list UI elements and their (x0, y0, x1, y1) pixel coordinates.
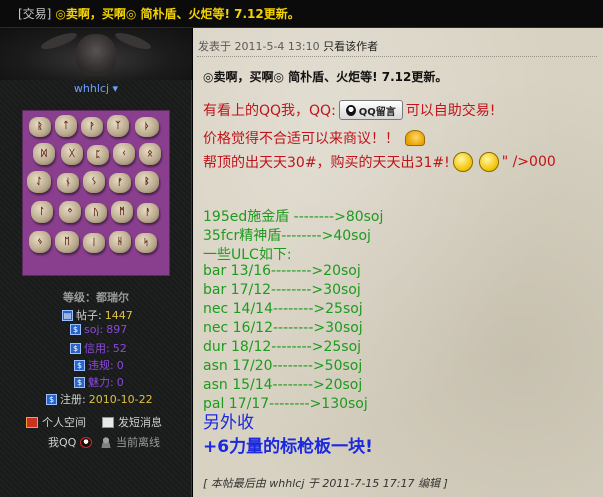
stat-charm: $ 魅力: 0 (74, 374, 124, 390)
dollar-icon: $ (70, 324, 81, 335)
item-line: asn 15/14-------->20soj (203, 377, 363, 393)
my-qq-link[interactable]: 我QQ (48, 434, 93, 450)
dollar-icon: $ (74, 359, 85, 371)
post-content-area: 发表于 2011-5-4 13:10 只看该作者 ◎卖啊，买啊◎ 简朴盾、火炬等… (193, 28, 603, 497)
stat-credit: $ 信用: 52 (70, 340, 127, 356)
post-icon: ▤ (62, 309, 73, 321)
bump-line: 帮顶的出天天30#，购买的天天出31#! " />000 (203, 152, 556, 172)
thread-title-bar: [交易] ◎卖啊，买啊◎ 简朴盾、火炬等! 7.12更新。 (0, 0, 603, 28)
dollar-icon: $ (70, 342, 81, 354)
qq-penguin-icon (345, 104, 356, 116)
avatar: ᚱ ᛏ ᚹ ᛉ ᚦ ᛞ ᚷ ᛈ ᚲ ᛟ ᛇ ᚾ ᛊ ᚠ ᛒ ᛚ ᛜ ᚢ ᛗ ᚨ … (22, 110, 170, 276)
post-title: ◎卖啊，买啊◎ 简朴盾、火炬等! 7.12更新。 (203, 70, 448, 84)
home-icon (26, 416, 38, 428)
price-note-line: 价格觉得不合适可以来商议！！ (203, 128, 425, 148)
item-line: nec 14/14-------->25soj (203, 301, 363, 317)
extra-request-detail: +6力量的标枪板一块! (203, 437, 373, 457)
author-username[interactable]: whhlcj ▾ (0, 82, 192, 95)
item-line: 195ed施金盾 -------->80soj (203, 209, 384, 225)
stat-violations: $ 违规: 0 (74, 357, 124, 373)
author-sidebar: whhlcj ▾ ᚱ ᛏ ᚹ ᛉ ᚦ ᛞ ᚷ ᛈ ᚲ ᛟ ᛇ ᚾ ᛊ ᚠ ᛒ ᛚ… (0, 28, 192, 497)
grin-emoticon-icon (452, 152, 473, 172)
send-message-link[interactable]: 发短消息 (102, 414, 162, 430)
item-line: 一些ULC如下: (203, 247, 292, 263)
item-line: bar 17/12-------->30soj (203, 282, 361, 298)
demon-ornament-image (0, 28, 192, 80)
personal-space-link[interactable]: 个人空间 (26, 414, 86, 430)
qq-penguin-icon (80, 436, 93, 448)
thread-tag[interactable]: [交易] (18, 5, 51, 22)
meta-divider (197, 56, 597, 57)
user-offline-icon (100, 436, 112, 448)
item-line: dur 18/12-------->25soj (203, 339, 362, 355)
envelope-icon (102, 416, 114, 428)
item-line: bar 13/16-------->20soj (203, 263, 361, 279)
grin-emoticon-icon (478, 152, 499, 172)
contact-line: 有看上的QQ我，QQ: QQ留言 可以自助交易! (203, 100, 495, 120)
item-line: nec 16/12-------->30soj (203, 320, 363, 336)
dollar-icon: $ (74, 376, 85, 388)
dollar-icon: $ (46, 393, 57, 405)
extra-request-heading: 另外收 (203, 413, 254, 433)
item-line: asn 17/20-------->50soj (203, 358, 363, 374)
post-meta: 发表于 2011-5-4 13:10 只看该作者 (198, 40, 379, 53)
author-only-link[interactable]: 只看该作者 (323, 40, 378, 53)
stat-posts: ▤ 帖子: 1447 (62, 308, 133, 322)
dropdown-arrow-icon[interactable]: ▾ (113, 82, 119, 95)
user-rank: 等级：都瑞尔 (63, 291, 129, 304)
stat-register: $ 注册: 2010-10-22 (46, 391, 153, 407)
edit-note: [ 本帖最后由 whhlcj 于 2011-7-15 17:17 编辑 ] (203, 477, 448, 490)
stat-soj: $ soj: 897 (70, 323, 127, 336)
snail-emoticon-icon (405, 130, 425, 146)
item-line: 35fcr精神盾-------->40soj (203, 228, 371, 244)
online-status: 当前离线 (100, 434, 160, 450)
qq-message-button[interactable]: QQ留言 (338, 100, 403, 120)
thread-title[interactable]: ◎卖啊，买啊◎ 简朴盾、火炬等! 7.12更新。 (55, 5, 299, 22)
